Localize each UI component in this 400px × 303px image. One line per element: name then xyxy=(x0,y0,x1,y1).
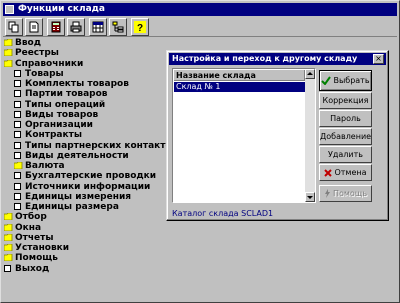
tree-item-label: Помощь xyxy=(15,253,58,264)
checkbox-icon xyxy=(14,80,21,87)
cancel-button[interactable]: Отмена xyxy=(319,164,372,181)
document-button[interactable] xyxy=(25,18,43,36)
scroll-down-button[interactable] xyxy=(305,192,315,202)
checkbox-icon xyxy=(14,203,21,210)
folder-icon xyxy=(3,243,13,254)
tree-item-label: Виды товаров xyxy=(25,109,99,120)
password-button-label: Пароль xyxy=(330,114,361,123)
tree-item-label: Единицы размера xyxy=(25,202,119,212)
dialog-title: Настройка и переход к другому складу xyxy=(172,54,358,63)
scroll-up-button[interactable] xyxy=(305,69,315,79)
folder-icon xyxy=(3,223,13,234)
checkbox-icon xyxy=(4,264,11,272)
checkbox-icon xyxy=(14,100,21,108)
checkbox-icon xyxy=(14,172,21,180)
correction-button[interactable]: Коррекция xyxy=(319,92,372,109)
add-button[interactable]: Добавление xyxy=(319,128,372,145)
dialog-close-button[interactable]: × xyxy=(373,54,384,64)
copy-icon xyxy=(8,21,19,33)
tree-item-label: Источники информации xyxy=(25,181,151,192)
correction-button-label: Коррекция xyxy=(322,96,369,105)
tree-item-label: Справочники xyxy=(15,58,84,69)
tree-item-label: Отбор xyxy=(15,212,47,223)
help-icon: ? xyxy=(134,21,146,33)
close-icon: × xyxy=(375,54,382,63)
folder-icon xyxy=(3,48,13,59)
cancel-button-label: Отмена xyxy=(334,168,367,177)
tree-item-label: Реестры xyxy=(15,48,59,59)
warehouse-dialog: Настройка и переход к другому складу × Н… xyxy=(166,50,389,221)
add-button-label: Добавление xyxy=(320,132,372,141)
tree-item-label: Виды деятельности xyxy=(25,150,129,161)
tree-item-label: Валюта xyxy=(25,161,65,171)
checkbox-icon xyxy=(14,90,21,98)
arrow-down-icon xyxy=(307,196,313,199)
tree-item-label: Типы операций xyxy=(25,99,106,110)
tree-item-label: Партии товаров xyxy=(25,89,108,100)
checkbox-icon xyxy=(14,69,21,77)
tree-item-label: Организации xyxy=(25,120,93,130)
checkbox-icon xyxy=(14,151,21,159)
copy-button[interactable] xyxy=(5,18,23,36)
calculator-icon xyxy=(51,21,61,33)
tree-item-label: Выход xyxy=(15,263,50,274)
checkbox-icon xyxy=(14,121,21,128)
app-icon[interactable] xyxy=(5,5,14,14)
printer-button[interactable] xyxy=(67,18,85,36)
status-text: Каталог склада SCLAD1 xyxy=(172,209,274,218)
help-button[interactable]: ? xyxy=(131,18,149,36)
list-column-header[interactable]: Название склада xyxy=(174,70,305,81)
window-title: Функции склада xyxy=(18,4,105,14)
main-titlebar[interactable]: Функции склада xyxy=(3,3,397,16)
calendar-button[interactable] xyxy=(89,18,107,36)
checkbox-icon xyxy=(14,182,21,190)
folder-icon xyxy=(3,253,13,264)
tree-item-label: Отчеты xyxy=(15,232,54,243)
tree-item-label: Типы партнерских контактов xyxy=(25,140,178,151)
checkbox-icon xyxy=(14,131,21,139)
function-tree: Ввод Реестры Справочники Товары Комплекты то… xyxy=(3,38,178,288)
lightning-icon xyxy=(324,189,330,198)
tree-view-button[interactable] xyxy=(109,18,127,36)
select-button[interactable]: Выбрать xyxy=(319,70,372,91)
checkmark-icon xyxy=(321,76,332,85)
dialog-titlebar[interactable]: Настройка и переход к другому складу xyxy=(169,53,386,65)
password-button[interactable]: Пароль xyxy=(319,110,372,127)
calendar-icon xyxy=(92,21,104,33)
tree-item-label: Ввод xyxy=(15,38,42,48)
folder-icon xyxy=(3,233,13,244)
tree-item-label: Единицы измерения xyxy=(25,191,132,202)
svg-text:?: ? xyxy=(137,23,143,33)
tree-item-label: Окна xyxy=(15,222,42,233)
folder-icon xyxy=(3,212,13,223)
arrow-up-icon xyxy=(307,72,313,75)
cross-icon xyxy=(324,168,333,177)
list-item[interactable]: Склад № 1 xyxy=(174,82,305,92)
tree-item-label: Бухгалтерские проводки xyxy=(25,171,157,182)
toolbar: ? xyxy=(3,17,397,37)
tree-item-label: Товары xyxy=(25,68,64,79)
calculator-button[interactable] xyxy=(47,18,65,36)
help-button-label: Помощь xyxy=(332,189,368,198)
tree-item-label: Контракты xyxy=(25,130,82,141)
delete-button-label: Удалить xyxy=(328,150,363,159)
tree-item-label: Установки xyxy=(15,243,70,253)
folder-open-icon xyxy=(3,59,13,70)
warehouse-list[interactable]: Название склада Склад № 1 xyxy=(172,68,316,203)
folder-icon xyxy=(13,161,23,172)
checkbox-icon xyxy=(14,192,21,200)
select-button-label: Выбрать xyxy=(333,76,370,85)
checkbox-icon xyxy=(14,110,21,118)
document-icon xyxy=(29,21,39,33)
delete-button[interactable]: Удалить xyxy=(319,146,372,163)
checkbox-icon xyxy=(14,141,21,149)
tree-item-label: Комплекты товаров xyxy=(25,79,129,89)
printer-icon xyxy=(70,21,82,33)
help-dialog-button[interactable]: Помощь xyxy=(319,185,372,202)
folder-icon xyxy=(3,38,13,49)
vertical-scrollbar[interactable] xyxy=(305,69,315,202)
tree-view-icon xyxy=(112,21,124,33)
